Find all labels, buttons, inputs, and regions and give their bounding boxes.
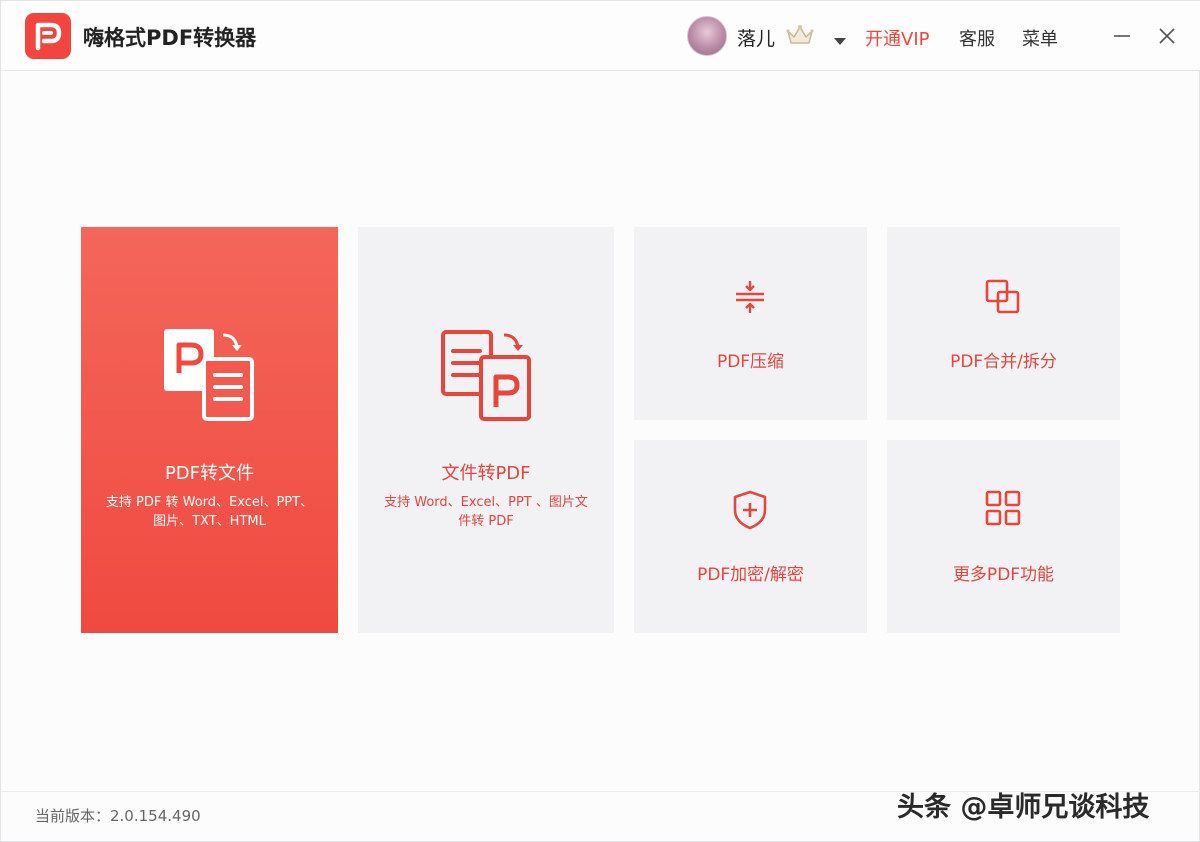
pdf-compress-label: PDF压缩 [716,352,785,372]
app-title: 嗨格式PDF转换器 [83,26,257,50]
file-to-pdf-description: 支持 Word、Excel、PPT 、图片文件转 PDF [384,495,588,529]
file-to-pdf-tile[interactable]: 文件转PDF 支持 Word、Excel、PPT 、图片文件转 PDF [358,227,614,633]
pdf-encrypt-label: PDF加密/解密 [697,565,804,585]
pdf-encrypt-tile[interactable]: PDF加密/解密 [634,440,867,633]
pdf-to-file-icon [161,327,261,427]
more-pdf-features-label: 更多PDF功能 [952,565,1055,585]
file-to-pdf-icon [438,327,538,427]
close-icon[interactable] [1156,25,1178,47]
user-avatar[interactable] [687,16,727,56]
crown-icon [785,23,815,51]
more-pdf-features-tile[interactable]: 更多PDF功能 [887,440,1120,633]
shield-plus-icon [732,490,768,530]
pdf-to-file-description: 支持 PDF 转 Word、Excel、PPT、图片、TXT、HTML [105,495,314,529]
app-window: 嗨格式PDF转换器 落儿 开通VIP 客服 菜单 PDF转文件 支持 PDF 转… [0,0,1200,842]
pdf-merge-split-label: PDF合并/拆分 [950,352,1057,372]
compress-icon [732,279,768,315]
chevron-down-icon[interactable] [833,32,847,51]
menu-button[interactable]: 菜单 [1022,25,1058,51]
pdf-to-file-title: PDF转文件 [164,463,255,484]
watermark-text: 头条 @卓师兄谈科技 [897,792,1150,823]
title-bar: 嗨格式PDF转换器 落儿 开通VIP 客服 菜单 [1,1,1200,71]
pdf-logo-icon [25,13,71,59]
pdf-compress-tile[interactable]: PDF压缩 [634,227,867,420]
file-to-pdf-title: 文件转PDF [441,463,531,484]
grid-icon [985,490,1021,526]
pdf-to-file-tile[interactable]: PDF转文件 支持 PDF 转 Word、Excel、PPT、图片、TXT、HT… [81,227,338,633]
version-label: 当前版本：2.0.154.490 [35,807,201,825]
username[interactable]: 落儿 [737,24,775,51]
open-vip-button[interactable]: 开通VIP [865,25,929,51]
minimize-icon[interactable] [1111,25,1133,47]
customer-service-button[interactable]: 客服 [959,25,995,51]
pdf-merge-split-tile[interactable]: PDF合并/拆分 [887,227,1120,420]
merge-icon [985,279,1021,315]
